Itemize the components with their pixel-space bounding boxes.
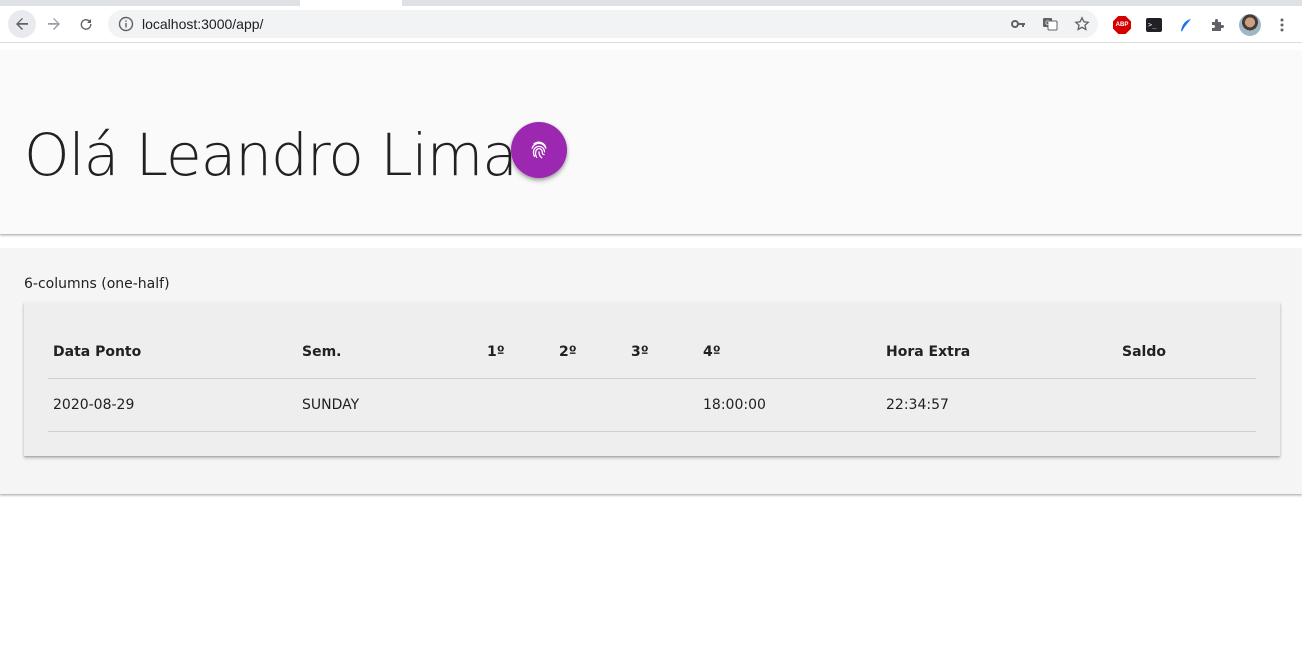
content-card: 6-columns (one-half) Data Ponto Sem. 1º …	[0, 248, 1302, 494]
terminal-icon[interactable]: >_	[1145, 16, 1163, 34]
profile-button[interactable]	[1239, 14, 1261, 36]
page: Olá Leandro Lima 6-columns (one-half) Da…	[0, 43, 1302, 665]
timesheet-table: Data Ponto Sem. 1º 2º 3º 4º Hora Extra S…	[48, 326, 1256, 432]
column-header[interactable]: Sem.	[297, 326, 482, 379]
column-header[interactable]: 4º	[698, 326, 881, 379]
address-bar[interactable]: localhost:3000/app/ G	[108, 10, 1098, 38]
table-cell: 22:34:57	[881, 378, 1117, 432]
url-text[interactable]: localhost:3000/app/	[142, 16, 263, 32]
table-cell	[554, 378, 626, 432]
reload-icon	[80, 19, 92, 30]
abp-badge: ABP	[1113, 16, 1131, 34]
translate-icon[interactable]: G	[1042, 16, 1058, 32]
info-icon[interactable]	[118, 16, 134, 32]
browser-toolbar: localhost:3000/app/ G ABP >_	[0, 6, 1302, 43]
forward-button[interactable]	[40, 10, 68, 38]
puzzle-icon[interactable]	[1209, 16, 1227, 34]
arrow-left-icon	[16, 18, 28, 30]
fingerprint-icon	[531, 141, 547, 159]
back-button[interactable]	[8, 10, 36, 38]
table-cell	[1117, 378, 1256, 432]
section-caption: 6-columns (one-half)	[24, 276, 170, 292]
header-card: Olá Leandro Lima	[0, 50, 1302, 234]
key-icon[interactable]	[1010, 16, 1026, 32]
reload-button[interactable]	[72, 10, 100, 38]
kebab-menu-icon[interactable]	[1273, 16, 1291, 34]
table-row[interactable]: 2020-08-29 SUNDAY 18:00:00 22:34:57	[48, 378, 1256, 432]
abp-icon[interactable]: ABP	[1113, 16, 1131, 34]
fingerprint-button[interactable]	[511, 122, 567, 178]
arrow-right-icon	[48, 18, 60, 30]
column-header[interactable]: 3º	[626, 326, 698, 379]
table-card: Data Ponto Sem. 1º 2º 3º 4º Hora Extra S…	[24, 302, 1280, 456]
column-header[interactable]: 1º	[482, 326, 554, 379]
feather-icon[interactable]	[1177, 16, 1195, 34]
column-header[interactable]: Data Ponto	[48, 326, 297, 379]
table-cell	[482, 378, 554, 432]
table-cell	[626, 378, 698, 432]
column-header[interactable]: 2º	[554, 326, 626, 379]
table-cell: 2020-08-29	[48, 378, 297, 432]
page-title: Olá Leandro Lima	[24, 121, 518, 189]
table-header-row: Data Ponto Sem. 1º 2º 3º 4º Hora Extra S…	[48, 326, 1256, 379]
star-icon[interactable]	[1074, 16, 1090, 32]
table-cell: 18:00:00	[698, 378, 881, 432]
table-cell: SUNDAY	[297, 378, 482, 432]
column-header[interactable]: Saldo	[1117, 326, 1256, 379]
svg-text:G: G	[1045, 20, 1050, 27]
avatar	[1239, 14, 1261, 36]
column-header[interactable]: Hora Extra	[881, 326, 1117, 379]
